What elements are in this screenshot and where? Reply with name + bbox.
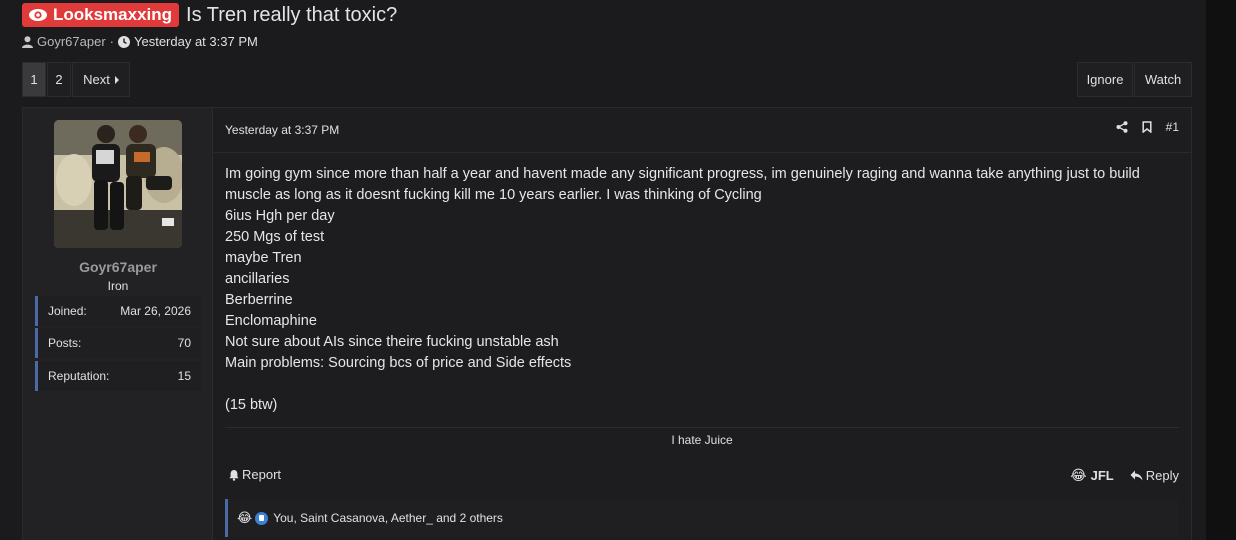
- reply-label: Reply: [1145, 468, 1179, 483]
- post-header-divider: [214, 152, 1191, 153]
- post-body-line: 250 Mgs of test: [225, 229, 325, 245]
- post-user-title: Iron: [107, 279, 129, 293]
- stat-label: Reputation:: [48, 369, 110, 383]
- meta-separator: ·: [109, 34, 114, 49]
- page-background: Looksmaxxing Is Tren really that toxic? …: [0, 0, 1206, 540]
- reactions-summary-text: You, Saint Casanova, Aether_ and 2 other…: [273, 511, 503, 525]
- thread-prefix-label: Looksmaxxing: [53, 5, 173, 24]
- post-number-link[interactable]: #1: [1166, 120, 1179, 134]
- post-body-line: 6ius Hgh per day: [225, 208, 335, 224]
- thread-actions: Ignore Watch: [1077, 62, 1192, 97]
- bell-icon: [229, 469, 239, 481]
- post-body-line: maybe Tren: [225, 250, 302, 266]
- reactions-summary[interactable]: 😂 You, Saint Casanova, Aether_ and 2 oth…: [225, 499, 1179, 537]
- post-date-link[interactable]: Yesterday at 3:37 PM: [225, 123, 339, 137]
- caret-right-icon: [114, 75, 119, 84]
- eye-icon: [29, 9, 47, 21]
- thread-date-link[interactable]: Yesterday at 3:37 PM: [134, 34, 258, 49]
- post-body-line: (15 btw): [225, 397, 278, 413]
- user-icon: [22, 35, 33, 48]
- user-stat-posts: Posts: 70: [35, 328, 201, 358]
- post-user-column: Goyr67aper Iron Joined: Mar 26, 2026 Pos…: [23, 108, 213, 540]
- post-body-line: Main problems: Sourcing bcs of price and…: [225, 355, 572, 371]
- react-label: JFL: [1090, 468, 1114, 483]
- page-navigation: 1 2 Next: [22, 62, 130, 97]
- like-reaction-icon: [255, 511, 269, 525]
- watch-button[interactable]: Watch: [1134, 62, 1192, 97]
- share-icon[interactable]: [1116, 121, 1128, 133]
- post-message: Goyr67aper Iron Joined: Mar 26, 2026 Pos…: [22, 107, 1192, 540]
- post-content: Yesterday at 3:37 PM #1 Im going gym sin…: [214, 108, 1191, 540]
- thread-prefix-badge[interactable]: Looksmaxxing: [22, 3, 180, 27]
- thread-title: Is Tren really that toxic?: [186, 3, 398, 26]
- react-button[interactable]: 😂 JFL: [1070, 467, 1113, 484]
- page-2-button[interactable]: 2: [47, 62, 71, 97]
- post-body-line: Im going gym since more than half a year…: [225, 166, 1140, 182]
- post-footer-actions: 😂 JFL Reply: [1070, 467, 1179, 484]
- bookmark-icon[interactable]: [1142, 121, 1152, 133]
- post-signature: I hate Juice: [671, 433, 733, 447]
- laughing-emoji-icon: 😂: [1070, 467, 1087, 483]
- report-label: Report: [242, 467, 282, 482]
- ignore-button[interactable]: Ignore: [1077, 62, 1133, 97]
- post-body-line: Not sure about AIs since theire fucking …: [225, 334, 559, 350]
- stat-value: 70: [177, 336, 191, 350]
- clock-icon: [118, 35, 130, 48]
- page-edge: [1206, 0, 1236, 540]
- reply-button[interactable]: Reply: [1130, 468, 1179, 483]
- stat-value: 15: [177, 369, 191, 383]
- thread-meta: Goyr67aper · Yesterday at 3:37 PM: [22, 34, 258, 49]
- post-body: Im going gym since more than half a year…: [225, 164, 1185, 416]
- next-page-button[interactable]: Next: [72, 62, 130, 97]
- user-stat-joined: Joined: Mar 26, 2026: [35, 296, 201, 326]
- thread-author-link[interactable]: Goyr67aper: [37, 34, 106, 49]
- user-stat-reputation: Reputation: 15: [35, 361, 201, 391]
- signature-divider: [225, 427, 1179, 428]
- post-body-line: Berberrine: [225, 292, 293, 308]
- post-body-line: [225, 374, 1185, 395]
- laughing-reaction-icon: 😂: [237, 510, 253, 525]
- thread-title-row: Looksmaxxing Is Tren really that toxic?: [22, 2, 397, 28]
- post-body-line: muscle as long as it doesnt fucking kill…: [225, 187, 762, 203]
- next-page-label: Next: [83, 72, 110, 87]
- reply-arrow-icon: [1130, 470, 1143, 481]
- post-body-line: ancillaries: [225, 271, 290, 287]
- stat-label: Joined:: [48, 304, 87, 318]
- avatar-image: [54, 120, 182, 248]
- stat-value: Mar 26, 2026: [120, 304, 191, 318]
- report-button[interactable]: Report: [228, 467, 281, 482]
- post-body-line: Enclomaphine: [225, 313, 317, 329]
- avatar[interactable]: [54, 120, 182, 248]
- post-footer: Report 😂 JFL Reply: [225, 465, 1179, 485]
- stat-label: Posts:: [48, 336, 82, 350]
- post-username[interactable]: Goyr67aper: [23, 259, 213, 275]
- post-tools: #1: [1116, 120, 1179, 134]
- page-1-button[interactable]: 1: [22, 62, 46, 97]
